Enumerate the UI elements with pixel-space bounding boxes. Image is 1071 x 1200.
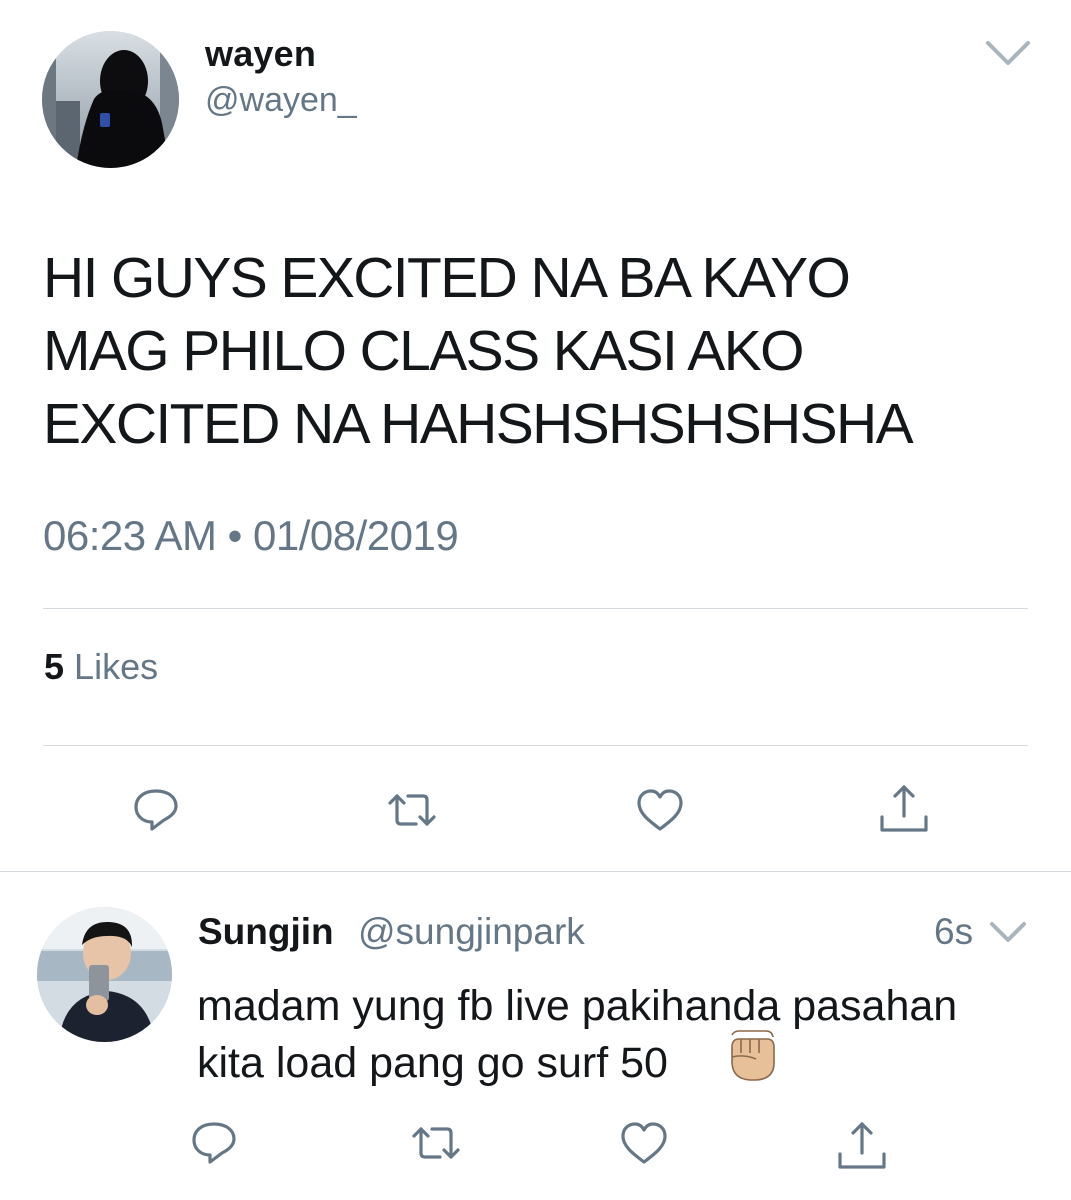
- reply-icon[interactable]: [126, 780, 186, 840]
- divider: [43, 745, 1028, 746]
- profile-photo: [42, 31, 179, 168]
- raised-fist-icon: [726, 1027, 780, 1083]
- tweet-text: HI GUYS EXCITED NA BA KAYO MAG PHILO CLA…: [43, 246, 914, 456]
- author-handle[interactable]: @wayen_: [205, 81, 357, 120]
- divider: [0, 871, 1071, 872]
- chevron-down-icon[interactable]: [988, 918, 1028, 946]
- reply-text: madam yung fb live pakihanda pasahan kit…: [197, 982, 958, 1087]
- author-name[interactable]: Sungjin: [198, 911, 334, 953]
- likes-label: Likes: [74, 646, 159, 687]
- reply-icon[interactable]: [184, 1113, 244, 1173]
- tweet-timestamp: 06:23 AM • 01/08/2019: [43, 512, 459, 559]
- like-icon[interactable]: [614, 1113, 674, 1173]
- likes-stat[interactable]: 5 Likes: [44, 646, 158, 688]
- share-icon[interactable]: [874, 778, 934, 838]
- chevron-down-icon[interactable]: [985, 38, 1031, 68]
- retweet-icon[interactable]: [382, 780, 442, 840]
- like-icon[interactable]: [630, 780, 690, 840]
- likes-count: 5: [44, 646, 65, 687]
- tweet-time: 6s: [934, 911, 974, 952]
- author-handle[interactable]: @sungjinpark: [358, 911, 585, 953]
- retweet-icon[interactable]: [406, 1113, 466, 1173]
- avatar[interactable]: [37, 907, 172, 1042]
- profile-photo: [37, 907, 172, 1042]
- author-name[interactable]: wayen: [205, 33, 316, 75]
- avatar[interactable]: [42, 31, 179, 168]
- divider: [43, 608, 1028, 609]
- share-icon[interactable]: [832, 1115, 892, 1175]
